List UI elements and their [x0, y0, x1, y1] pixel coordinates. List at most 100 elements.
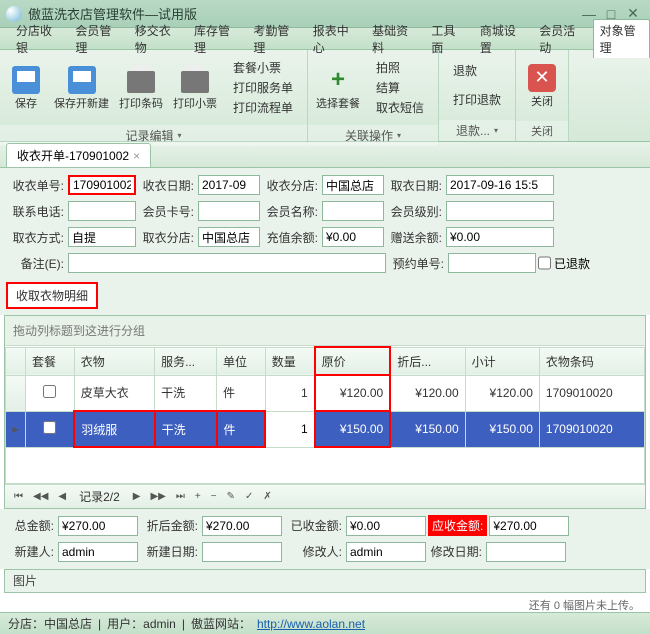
cell-discount[interactable]: ¥120.00	[390, 375, 465, 411]
menu-bar: 分店收银 会员管理 移交衣物 库存管理 考勤管理 报表中心 基础资料 工具面 商…	[0, 28, 650, 50]
print-service-sheet[interactable]: 打印服务单	[231, 78, 295, 97]
col-discount[interactable]: 折后...	[390, 347, 465, 375]
gift-balance-field[interactable]	[446, 227, 554, 247]
nav-last[interactable]: ⏭	[173, 491, 188, 502]
pickup-branch-field[interactable]	[198, 227, 260, 247]
col-subtotal[interactable]: 小计	[465, 347, 539, 375]
after-discount-field[interactable]	[202, 516, 282, 536]
col-price[interactable]: 原价	[315, 347, 391, 375]
modified-field[interactable]	[486, 542, 566, 562]
branch-field[interactable]	[322, 175, 384, 195]
picture-section-header[interactable]: 图片	[4, 569, 646, 593]
member-name-field[interactable]	[322, 201, 384, 221]
nav-prevpage[interactable]: ◀◀	[30, 491, 51, 502]
detail-tab[interactable]: 收取衣物明细	[6, 282, 98, 309]
print-barcode-button[interactable]: 打印条码	[117, 62, 165, 113]
print-ticket-button[interactable]: 打印小票	[171, 62, 219, 113]
table-row-selected[interactable]: ▸ 羽绒服 干洗 件 1 ¥150.00 ¥150.00 ¥150.00 170…	[6, 411, 645, 447]
save-new-button[interactable]: 保存开新建	[52, 62, 111, 113]
cell-unit[interactable]: 件	[217, 411, 266, 447]
order-date-field[interactable]	[198, 175, 260, 195]
order-no-field[interactable]	[68, 175, 136, 195]
nav-nextpage[interactable]: ▶▶	[147, 491, 168, 502]
ribbon-group-label: 关闭	[516, 121, 568, 141]
nav-edit[interactable]: ✎	[224, 491, 238, 502]
document-tab[interactable]: 收衣开单-170901002 ×	[6, 143, 151, 167]
save-button[interactable]: 保存	[6, 62, 46, 113]
col-item[interactable]: 衣物	[74, 347, 154, 375]
nav-next[interactable]: ▶	[130, 491, 144, 502]
phone-field[interactable]	[68, 201, 136, 221]
printer-icon	[181, 71, 209, 93]
ribbon-group-edit: 保存 保存开新建 打印条码 打印小票 套餐小票 打印服务单 打印流程单 记录编辑…	[0, 50, 308, 141]
modifier-field[interactable]	[346, 542, 426, 562]
reserve-no-field[interactable]	[448, 253, 536, 273]
chevron-down-icon[interactable]: ▾	[397, 131, 401, 140]
cell-qty[interactable]: 1	[265, 411, 314, 447]
member-level-field[interactable]	[446, 201, 554, 221]
paid-field[interactable]	[346, 516, 426, 536]
creator-field[interactable]	[58, 542, 138, 562]
row-checkbox[interactable]	[43, 421, 56, 434]
cell-item[interactable]: 皮草大衣	[74, 375, 154, 411]
close-button[interactable]: ✕关闭	[522, 60, 562, 111]
row-indicator-icon: ▸	[6, 411, 26, 447]
cell-barcode[interactable]: 1709010020	[539, 411, 644, 447]
col-unit[interactable]: 单位	[217, 347, 266, 375]
select-combo-button[interactable]: +选择套餐	[314, 62, 362, 113]
pickup-sms-action[interactable]: 取衣短信	[374, 98, 426, 117]
label-reserve-no: 预约单号:	[388, 255, 446, 272]
print-combo-ticket[interactable]: 套餐小票	[231, 58, 295, 77]
status-site-link[interactable]: http://www.aolan.net	[257, 617, 365, 631]
print-flow-sheet[interactable]: 打印流程单	[231, 98, 295, 117]
cell-price[interactable]: ¥150.00	[315, 411, 391, 447]
cell-subtotal[interactable]: ¥120.00	[465, 375, 539, 411]
total-field[interactable]	[58, 516, 138, 536]
items-grid: 拖动列标题到这进行分组 套餐 衣物 服务... 单位 数量 原价 折后... 小…	[4, 315, 646, 509]
col-service[interactable]: 服务...	[155, 347, 217, 375]
print-refund-action[interactable]: 打印退款	[451, 90, 503, 109]
chevron-down-icon[interactable]: ▾	[178, 131, 182, 140]
cell-discount[interactable]: ¥150.00	[390, 411, 465, 447]
col-combo[interactable]: 套餐	[26, 347, 75, 375]
row-checkbox[interactable]	[43, 385, 56, 398]
table-row[interactable]: 皮草大衣 干洗 件 1 ¥120.00 ¥120.00 ¥120.00 1709…	[6, 375, 645, 411]
created-field[interactable]	[202, 542, 282, 562]
cell-service[interactable]: 干洗	[155, 411, 217, 447]
cell-item[interactable]: 羽绒服	[74, 411, 154, 447]
settle-action[interactable]: 结算	[374, 78, 426, 97]
picture-upload-hint: 还有 0 幅图片未上传。	[0, 593, 650, 613]
menu-item[interactable]: 对象管理	[593, 19, 650, 58]
cell-subtotal[interactable]: ¥150.00	[465, 411, 539, 447]
cell-price[interactable]: ¥120.00	[315, 375, 391, 411]
plus-icon: +	[324, 66, 352, 94]
col-rowhead	[6, 347, 26, 375]
nav-check[interactable]: ✓	[242, 491, 256, 502]
nav-delete[interactable]: −	[208, 491, 220, 502]
remark-field[interactable]	[68, 253, 386, 273]
cell-qty[interactable]: 1	[265, 375, 314, 411]
cell-service[interactable]: 干洗	[155, 375, 217, 411]
refunded-checkbox[interactable]	[538, 253, 551, 273]
col-barcode[interactable]: 衣物条码	[539, 347, 644, 375]
label-pickup-date: 取衣日期:	[386, 177, 444, 194]
card-no-field[interactable]	[198, 201, 260, 221]
due-field[interactable]	[489, 516, 569, 536]
printer-icon	[127, 71, 155, 93]
photo-action[interactable]: 拍照	[374, 58, 426, 77]
pickup-method-field[interactable]	[68, 227, 136, 247]
nav-cancel[interactable]: ✗	[260, 491, 274, 502]
ribbon-group-label: 关联操作▾	[308, 125, 438, 146]
tab-close-icon[interactable]: ×	[133, 149, 140, 163]
label-modified: 修改日期:	[428, 543, 484, 560]
cell-unit[interactable]: 件	[217, 375, 266, 411]
chevron-down-icon[interactable]: ▾	[494, 126, 498, 135]
cell-barcode[interactable]: 1709010020	[539, 375, 644, 411]
nav-first[interactable]: ⏮	[11, 491, 26, 502]
nav-add[interactable]: +	[192, 491, 204, 502]
refund-action[interactable]: 退款	[451, 61, 503, 80]
pickup-date-field[interactable]	[446, 175, 554, 195]
balance-field[interactable]	[322, 227, 384, 247]
nav-prev[interactable]: ◀	[55, 491, 69, 502]
col-qty[interactable]: 数量	[265, 347, 314, 375]
